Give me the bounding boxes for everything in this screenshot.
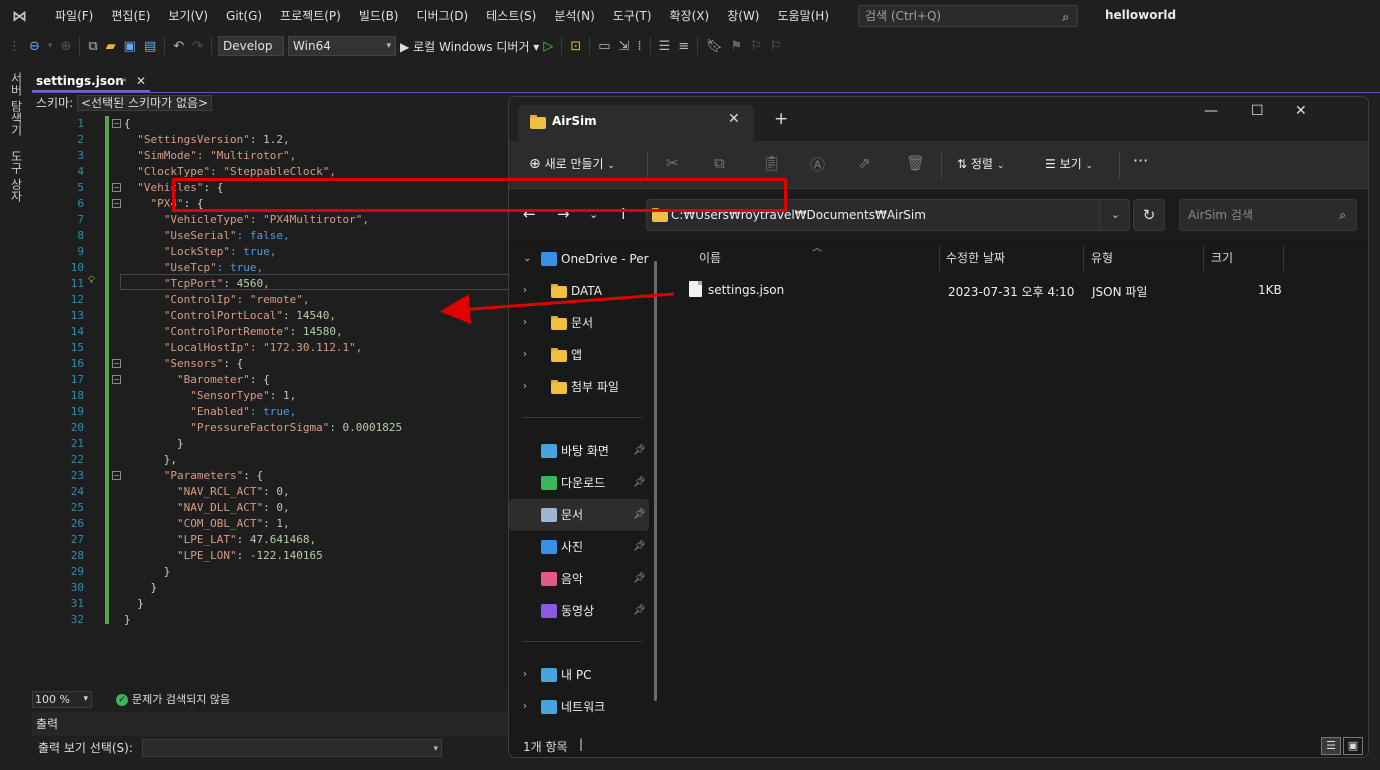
- visual-studio-window: ⋈ 파일(F) 편집(E) 보기(V) Git(G) 프로젝트(P) 빌드(B) 디버그(D…: [0, 0, 1380, 770]
- annotation-arrow: [440, 292, 675, 325]
